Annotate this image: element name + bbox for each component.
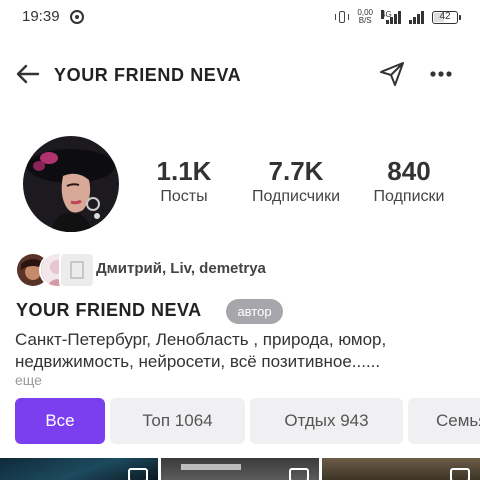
- post-thumbnail[interactable]: [322, 458, 480, 480]
- posts-stat[interactable]: 1.1K Посты: [148, 156, 220, 208]
- more-icon: [430, 71, 452, 77]
- video-icon: [450, 468, 470, 480]
- filter-chips: Все Топ 1064 Отдых 943 Семья: [0, 398, 480, 446]
- chip-all[interactable]: Все: [15, 398, 105, 444]
- back-button[interactable]: [14, 62, 42, 86]
- status-time: 19:39: [22, 8, 60, 25]
- network-type: 4G: [381, 10, 392, 19]
- profile-name: YOUR FRIEND NEVA: [16, 300, 202, 320]
- posts-count: 1.1K: [156, 156, 212, 186]
- video-icon: [289, 468, 309, 480]
- status-bar: 19:39 0,00 B/S 4G 42: [0, 0, 480, 34]
- share-icon: [380, 62, 404, 86]
- author-badge: автор: [226, 299, 283, 324]
- battery-level: 42: [439, 10, 451, 22]
- back-arrow-icon: [16, 64, 40, 84]
- profile-bio: Санкт-Петербург, Ленобласть , природа, ю…: [15, 329, 465, 373]
- followers-count: 7.7K: [268, 156, 324, 186]
- bio-more-link[interactable]: еще: [15, 372, 42, 388]
- signal-4g-icon: 4G: [381, 10, 401, 24]
- network-speed-unit: B/S: [358, 16, 372, 25]
- mutual-followers[interactable]: Дмитрий, Liv, demetrya: [15, 252, 415, 288]
- post-thumbnail[interactable]: [161, 458, 319, 480]
- bio-line: Санкт-Петербург, Ленобласть , природа, ю…: [15, 330, 387, 349]
- posts-grid: [0, 458, 480, 480]
- chip-top[interactable]: Топ 1064: [110, 398, 245, 444]
- following-label: Подписки: [373, 188, 445, 205]
- followers-label: Подписчики: [251, 188, 340, 205]
- more-options-button[interactable]: [426, 60, 456, 88]
- page-title: YOUR FRIEND NEVA: [54, 65, 242, 85]
- profile-avatar[interactable]: [23, 136, 119, 232]
- status-indicators: 0,00 B/S 4G 42: [335, 7, 461, 27]
- following-stat[interactable]: 840 Подписки: [364, 156, 454, 208]
- chip-rest[interactable]: Отдых 943: [250, 398, 403, 444]
- mutual-avatar: [59, 252, 95, 288]
- share-button[interactable]: [378, 60, 406, 88]
- following-count: 840: [387, 156, 431, 186]
- profile-header: YOUR FRIEND NEVA: [0, 52, 480, 96]
- notification-ring-icon: [70, 10, 84, 24]
- post-thumbnail[interactable]: [0, 458, 158, 480]
- battery-icon: 42: [432, 10, 461, 24]
- followers-stat[interactable]: 7.7K Подписчики: [241, 156, 351, 208]
- chip-family[interactable]: Семья: [408, 398, 480, 444]
- network-speed: 0,00 B/S: [357, 9, 373, 25]
- posts-label: Посты: [160, 188, 208, 205]
- bio-line: недвижимость, нейросети, всё позитивное.…: [15, 352, 381, 371]
- video-icon: [128, 468, 148, 480]
- mutual-followers-text: Дмитрий, Liv, demetrya: [96, 260, 266, 277]
- avatar-image: [23, 136, 119, 232]
- signal-icon: [409, 10, 424, 24]
- vibrate-icon: [335, 10, 350, 24]
